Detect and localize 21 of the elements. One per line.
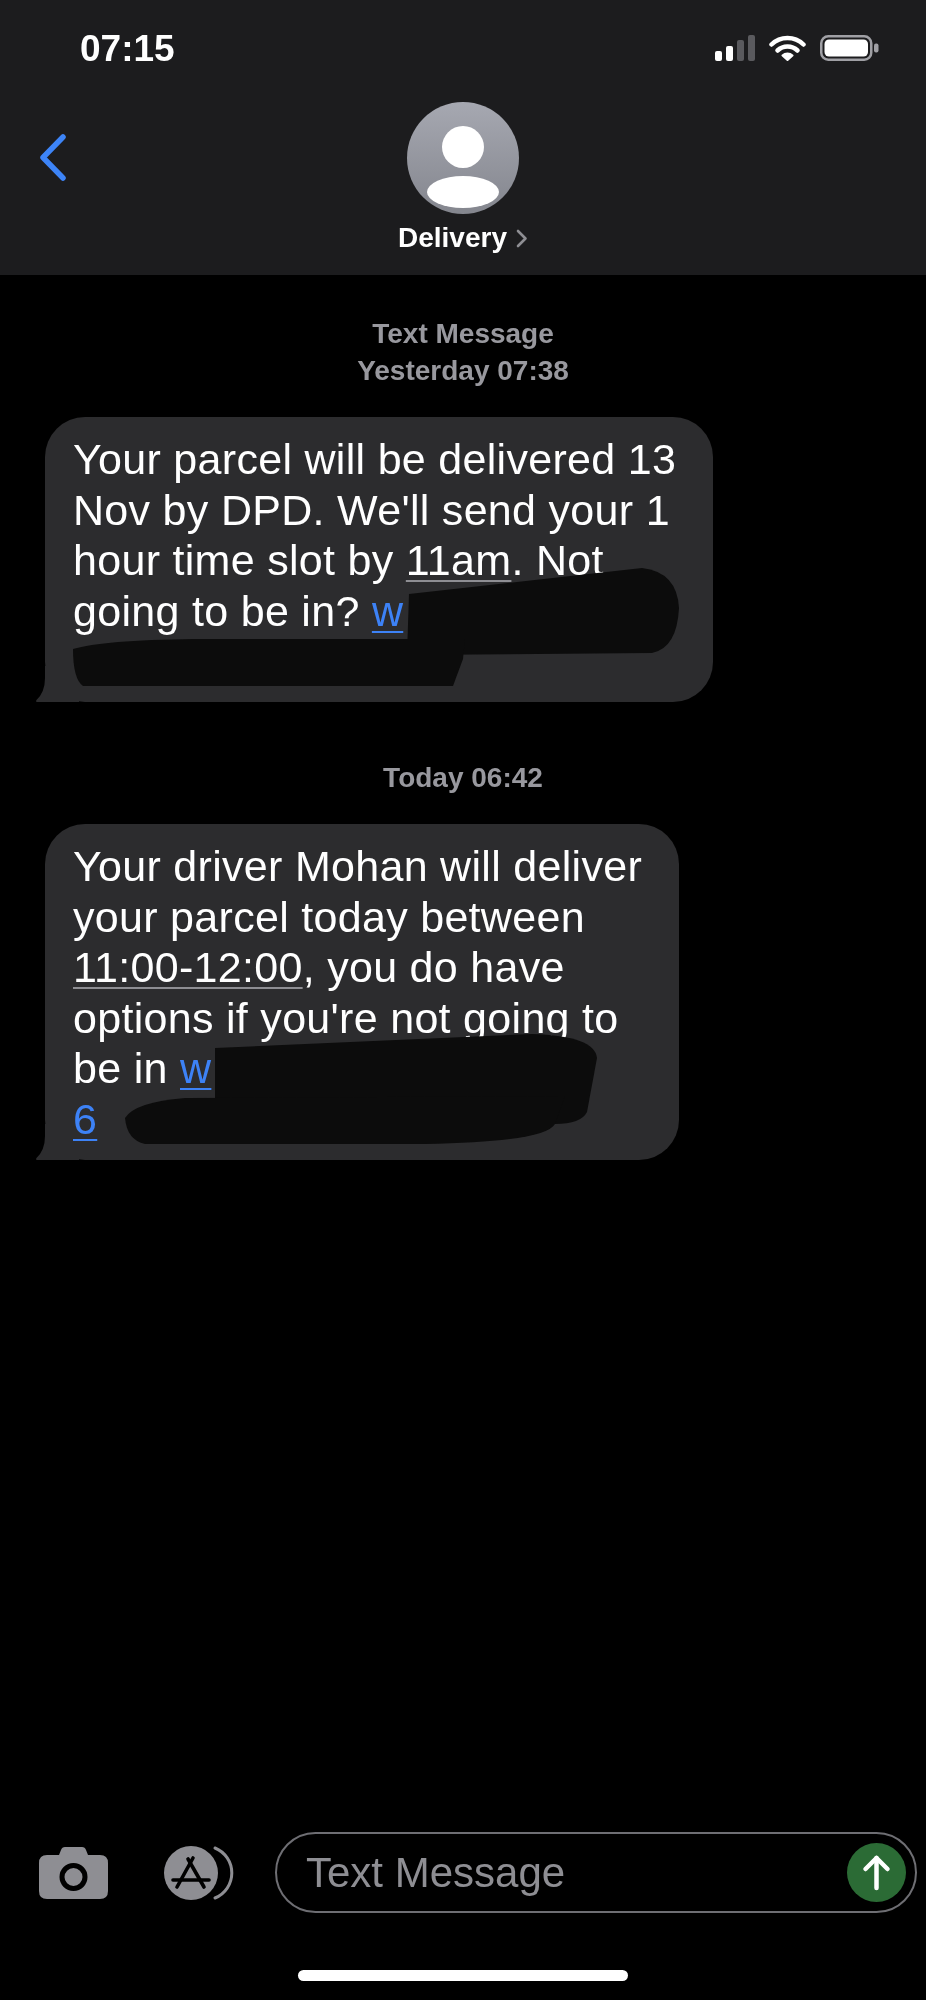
time-link[interactable]: 11am	[405, 536, 512, 584]
avatar-icon[interactable]	[407, 102, 519, 214]
signal-icon	[715, 35, 755, 61]
back-icon[interactable]	[38, 133, 68, 182]
contact-name-button[interactable]: Delivery	[398, 222, 528, 254]
timestamp-label: Today 06:42	[383, 761, 543, 795]
camera-icon[interactable]	[39, 1846, 108, 1899]
wifi-icon	[769, 35, 806, 61]
battery-icon	[820, 35, 879, 61]
message-field[interactable]: Text Message	[275, 1832, 917, 1913]
timestamp-label: Yesterday 07:38	[357, 354, 569, 388]
url-link[interactable]: w	[371, 586, 404, 635]
url-link[interactable]: w	[180, 1044, 212, 1092]
status-time: 07:15	[80, 29, 175, 67]
time-link[interactable]: 11:00-12:00	[73, 943, 303, 991]
url-link[interactable]: 6	[73, 1094, 98, 1143]
message-input[interactable]: Text Message	[306, 1848, 847, 1897]
chevron-right-icon	[516, 228, 528, 248]
service-label: Text Message	[372, 317, 554, 351]
send-icon[interactable]	[847, 1843, 906, 1902]
message-text: Your parcel will be delivered 13 Nov by DPD. We'll send your 1 hour time slot by 11am. Not going to be in? w	[73, 434, 677, 687]
